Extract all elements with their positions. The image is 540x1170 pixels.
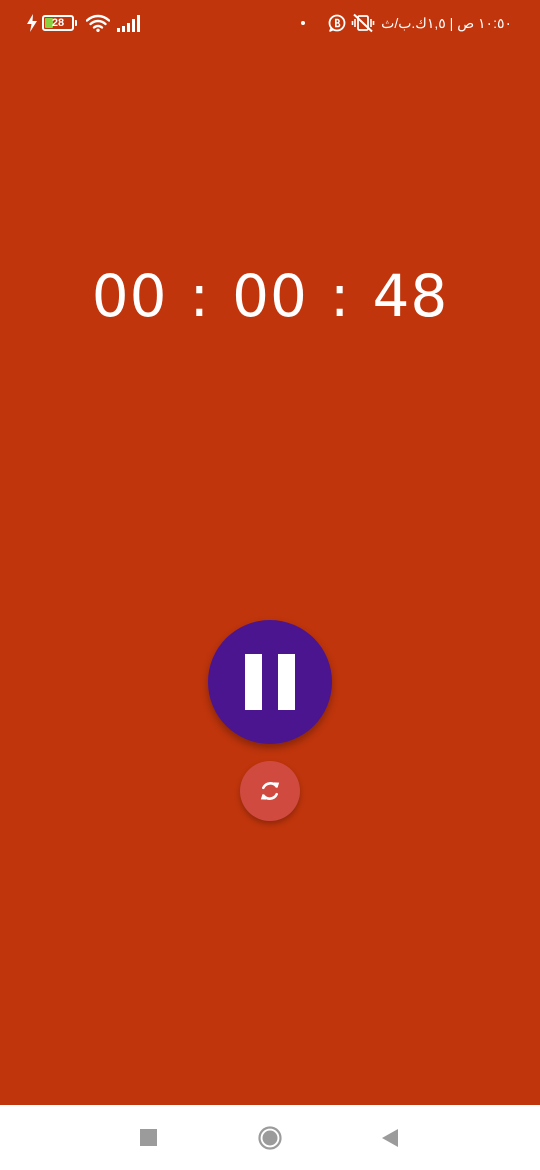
battery-icon: 28: [42, 15, 77, 31]
circle-icon[interactable]: [258, 1126, 282, 1150]
lightning-icon: [27, 14, 37, 32]
navigation-bar: [0, 1105, 540, 1170]
dot-icon: [301, 21, 306, 25]
square-icon[interactable]: [140, 1129, 157, 1146]
status-bar: 28 ١٠:٥٠ ص | ١,٥ك.ب/ث: [0, 0, 540, 46]
pause-button[interactable]: [208, 620, 332, 744]
timer-minutes: 00: [232, 262, 308, 330]
signal-icon: [117, 15, 140, 32]
whatsapp-business-icon: [328, 14, 346, 32]
wifi-icon: [86, 14, 110, 32]
battery-level: 28: [51, 17, 65, 29]
timer-hours: 00: [91, 262, 168, 330]
vibrate-off-icon: [351, 13, 375, 33]
triangle-back-icon[interactable]: [381, 1128, 399, 1148]
stopwatch-screen: 28 ١٠:٥٠ ص | ١,٥ك.ب/ث 00: 00: 48: [0, 0, 540, 1105]
timer-seconds: 48: [372, 262, 449, 330]
pause-bar-right: [278, 654, 295, 710]
pause-bar-left: [245, 654, 262, 710]
timer-separator: :: [329, 262, 351, 330]
timer-display: 00:00:48: [0, 258, 540, 334]
reset-icon: [260, 782, 280, 800]
status-bar-right: ١٠:٥٠ ص | ١,٥ك.ب/ث: [301, 12, 512, 34]
pause-icon: [245, 654, 295, 710]
timer-separator: :: [189, 262, 211, 330]
status-time: ١٠:٥٠ ص | ١,٥ك.ب/ث: [381, 14, 512, 31]
reset-button[interactable]: [240, 761, 300, 821]
status-bar-left: 28: [26, 12, 142, 34]
